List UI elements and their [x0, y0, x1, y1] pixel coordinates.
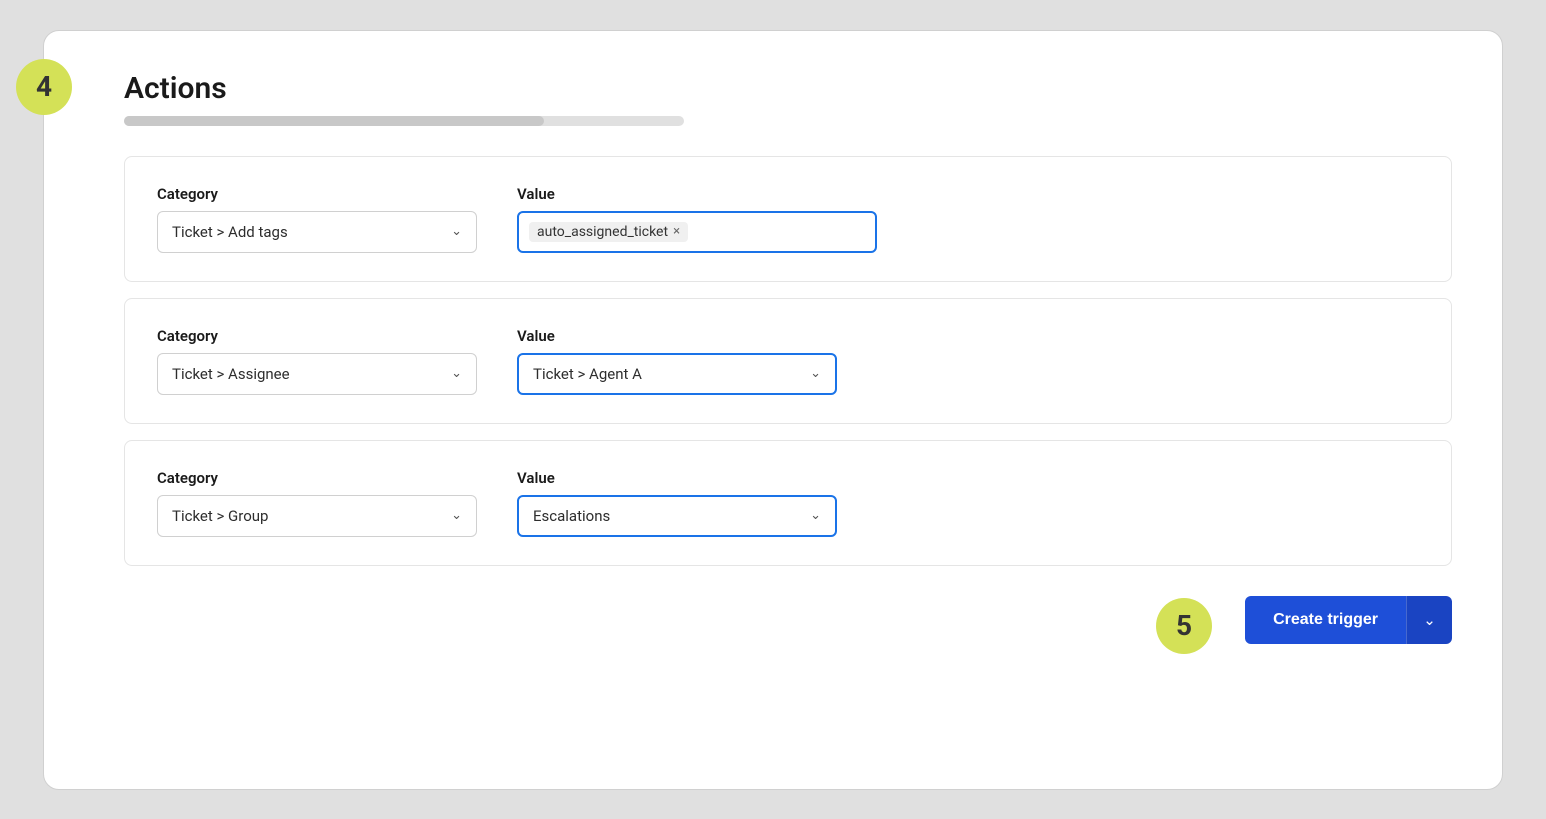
tag-chip-1: auto_assigned_ticket × [529, 222, 688, 242]
action-block-3: Category Ticket > Group ⌄ Value Escalati… [124, 440, 1452, 566]
value-field-group-2: Value Ticket > Agent A ⌄ [517, 327, 837, 395]
progress-bar-container [124, 116, 1452, 126]
category-dropdown-2[interactable]: Ticket > Assignee ⌄ [157, 353, 477, 395]
value-field-group-1: Value auto_assigned_ticket × [517, 185, 877, 253]
value-label-3: Value [517, 469, 837, 487]
value-chevron-3: ⌄ [810, 508, 821, 523]
action-field-row-1: Category Ticket > Add tags ⌄ Value auto_… [157, 185, 1419, 253]
main-container: 4 Actions Category Ticket > Add tags ⌄ V… [43, 30, 1503, 790]
value-chevron-2: ⌄ [810, 366, 821, 381]
action-field-row-3: Category Ticket > Group ⌄ Value Escalati… [157, 469, 1419, 537]
category-label-1: Category [157, 185, 477, 203]
page-title: Actions [124, 71, 1452, 106]
category-field-group-1: Category Ticket > Add tags ⌄ [157, 185, 477, 253]
action-block-2: Category Ticket > Assignee ⌄ Value Ticke… [124, 298, 1452, 424]
chevron-down-icon: ⌄ [1423, 611, 1436, 629]
tag-chip-close-1[interactable]: × [673, 224, 680, 239]
value-dropdown-2[interactable]: Ticket > Agent A ⌄ [517, 353, 837, 395]
category-chevron-2: ⌄ [451, 366, 462, 381]
value-dropdown-value-3: Escalations [533, 507, 610, 525]
category-label-3: Category [157, 469, 477, 487]
category-chevron-1: ⌄ [451, 224, 462, 239]
category-dropdown-1[interactable]: Ticket > Add tags ⌄ [157, 211, 477, 253]
category-dropdown-value-3: Ticket > Group [172, 507, 268, 525]
category-field-group-3: Category Ticket > Group ⌄ [157, 469, 477, 537]
action-block-1: Category Ticket > Add tags ⌄ Value auto_… [124, 156, 1452, 282]
progress-bar-track [124, 116, 684, 126]
value-dropdown-3[interactable]: Escalations ⌄ [517, 495, 837, 537]
value-field-group-3: Value Escalations ⌄ [517, 469, 837, 537]
tag-chip-text-1: auto_assigned_ticket [537, 224, 668, 240]
step-4-badge: 4 [16, 59, 72, 115]
create-trigger-dropdown-button[interactable]: ⌄ [1406, 596, 1452, 644]
progress-bar-fill [124, 116, 544, 126]
category-chevron-3: ⌄ [451, 508, 462, 523]
value-dropdown-value-2: Ticket > Agent A [533, 365, 642, 383]
category-dropdown-value-1: Ticket > Add tags [172, 223, 288, 241]
action-field-row-2: Category Ticket > Assignee ⌄ Value Ticke… [157, 327, 1419, 395]
create-trigger-button-group[interactable]: Create trigger ⌄ [1245, 596, 1452, 644]
create-trigger-main-button[interactable]: Create trigger [1245, 596, 1406, 644]
category-dropdown-3[interactable]: Ticket > Group ⌄ [157, 495, 477, 537]
category-label-2: Category [157, 327, 477, 345]
step-5-badge: 5 [1156, 598, 1212, 654]
value-label-2: Value [517, 327, 837, 345]
category-field-group-2: Category Ticket > Assignee ⌄ [157, 327, 477, 395]
bottom-row: 5 Create trigger ⌄ [124, 596, 1452, 644]
tag-input-1[interactable]: auto_assigned_ticket × [517, 211, 877, 253]
category-dropdown-value-2: Ticket > Assignee [172, 365, 290, 383]
value-label-1: Value [517, 185, 877, 203]
